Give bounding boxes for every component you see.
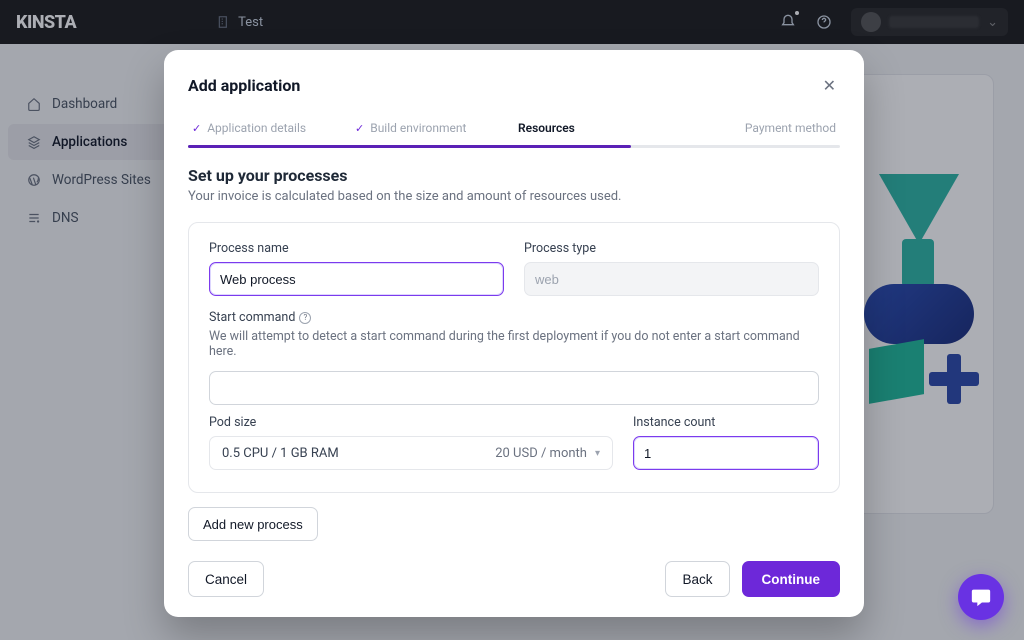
progress-bar bbox=[188, 145, 840, 148]
close-icon[interactable]: ✕ bbox=[819, 72, 840, 99]
continue-button[interactable]: Continue bbox=[742, 561, 841, 597]
start-command-note: We will attempt to detect a start comman… bbox=[209, 329, 819, 359]
chat-icon bbox=[970, 586, 992, 608]
process-type-input bbox=[524, 262, 819, 296]
step-application-details[interactable]: ✓Application details bbox=[188, 113, 351, 145]
start-command-label: Start command ? bbox=[209, 310, 819, 325]
back-button[interactable]: Back bbox=[665, 561, 729, 597]
chat-launcher[interactable] bbox=[958, 574, 1004, 620]
process-type-label: Process type bbox=[524, 241, 819, 256]
add-new-process-button[interactable]: Add new process bbox=[188, 507, 318, 541]
check-icon: ✓ bbox=[355, 122, 364, 135]
process-name-label: Process name bbox=[209, 241, 504, 256]
step-build-environment[interactable]: ✓Build environment bbox=[351, 113, 514, 145]
pod-size-price: 20 USD / month bbox=[495, 446, 587, 461]
info-icon[interactable]: ? bbox=[299, 312, 311, 324]
section-subtitle: Your invoice is calculated based on the … bbox=[188, 189, 840, 204]
process-name-input[interactable] bbox=[209, 262, 504, 296]
chevron-down-icon: ▾ bbox=[595, 448, 600, 459]
instance-count-label: Instance count bbox=[633, 415, 819, 430]
pod-size-label: Pod size bbox=[209, 415, 613, 430]
cancel-button[interactable]: Cancel bbox=[188, 561, 264, 597]
step-resources[interactable]: Resources bbox=[514, 113, 677, 145]
modal-title: Add application bbox=[188, 76, 300, 95]
section-title: Set up your processes bbox=[188, 166, 840, 185]
process-card: Process name Process type Start command … bbox=[188, 222, 840, 493]
add-application-modal: Add application ✕ ✓Application details ✓… bbox=[164, 50, 864, 617]
instance-count-input[interactable] bbox=[633, 436, 819, 470]
stepper: ✓Application details ✓Build environment … bbox=[164, 113, 864, 145]
pod-size-select[interactable]: 0.5 CPU / 1 GB RAM 20 USD / month ▾ bbox=[209, 436, 613, 470]
pod-size-value: 0.5 CPU / 1 GB RAM bbox=[222, 446, 339, 461]
step-payment-method[interactable]: Payment method bbox=[677, 113, 840, 145]
check-icon: ✓ bbox=[192, 122, 201, 135]
start-command-input[interactable] bbox=[209, 371, 819, 405]
